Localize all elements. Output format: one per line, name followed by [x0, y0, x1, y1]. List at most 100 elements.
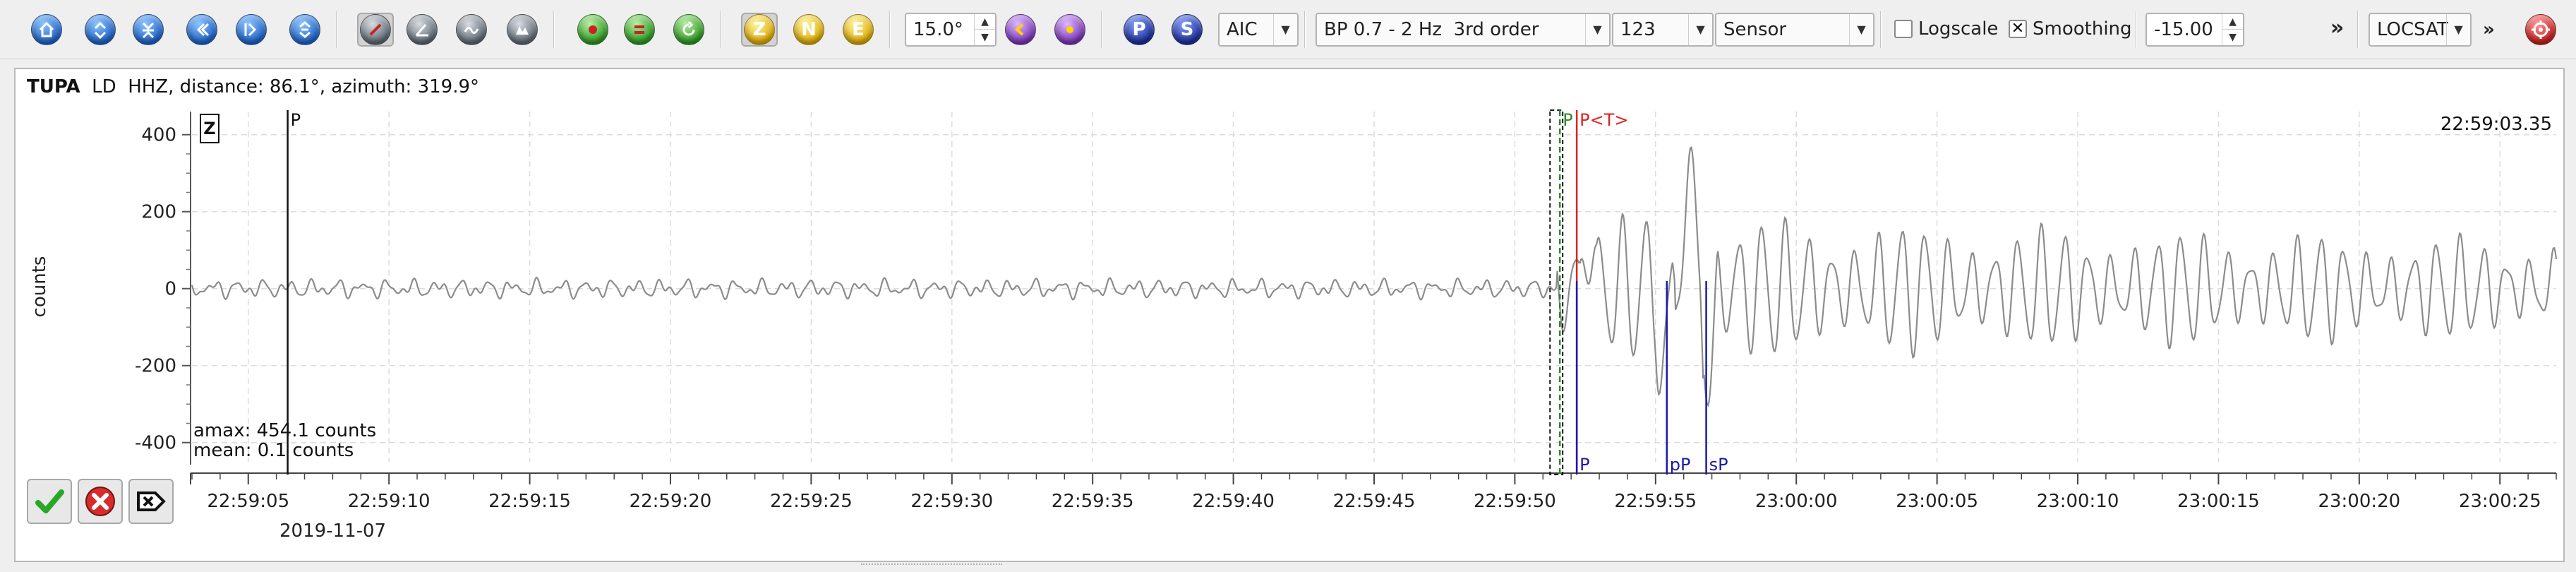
picker-window: Z N E 15.0° ▲ ▼ P S AIC ▼ BP 0.7 - 2 Hz … — [0, 0, 2576, 572]
smoothing-spinbox[interactable]: -15.00 ▲ ▼ — [2145, 13, 2244, 47]
theoretical-pick-label: sP — [1709, 455, 1728, 475]
filter-value: BP 0.7 - 2 Hz 3rd order — [1324, 19, 1539, 40]
resize-grip[interactable] — [861, 564, 1002, 568]
selection-marker-box — [1549, 109, 1564, 475]
component-label: Z — [203, 119, 215, 138]
rotation-value: 15.0° — [913, 19, 963, 40]
export-button[interactable] — [128, 479, 174, 524]
mean-label: mean: 0.1 counts — [193, 440, 354, 461]
logscale-checkbox[interactable] — [1894, 20, 1913, 38]
unit-mode-value: Sensor — [1723, 19, 1787, 40]
component-z-button[interactable]: Z — [741, 13, 778, 47]
reset-green-icon[interactable] — [621, 13, 658, 47]
smoothing-value: -15.00 — [2154, 19, 2213, 40]
chevron-down-icon: ▼ — [1585, 14, 1609, 45]
trace-panel: 400 200 0 -200 -400 counts 22:59:05 22:59:10 22:… — [14, 68, 2565, 562]
amax-label: amax: 454.1 counts — [193, 420, 376, 441]
trace-info: LD HHZ, distance: 86.1°, azimuth: 319.9° — [92, 76, 480, 97]
p-pick-label: P — [1124, 14, 1155, 45]
x-tick-label: 23:00:05 — [1896, 491, 1978, 512]
trace-plot[interactable]: 400 200 0 -200 -400 counts 22:59:05 22:59:10 22:… — [16, 69, 2563, 561]
x-tick-label: 22:59:55 — [1614, 491, 1697, 512]
record-icon[interactable] — [453, 13, 490, 47]
set-s-pick-button[interactable]: S — [1169, 13, 1205, 47]
locator-select[interactable]: LOCSAT ▼ — [2369, 13, 2472, 47]
pick-label: P<T> — [1579, 110, 1628, 130]
smoothing-checkbox[interactable]: ✕ — [2009, 20, 2027, 38]
filter-select[interactable]: BP 0.7 - 2 Hz 3rd order ▼ — [1316, 13, 1611, 47]
x-tick-label: 22:59:35 — [1052, 491, 1134, 512]
toolbar-overflow-chevron[interactable]: » — [2330, 14, 2344, 42]
accept-button[interactable] — [27, 479, 72, 524]
unit-mode-select[interactable]: Sensor ▼ — [1715, 13, 1874, 47]
chevron-down-icon: ▼ — [1273, 14, 1297, 45]
x-tick-label: 22:59:45 — [1333, 491, 1416, 512]
reject-button[interactable] — [78, 479, 123, 524]
y-tick-label: -400 — [135, 433, 176, 454]
x-tick-label: 22:59:20 — [630, 491, 712, 512]
refresh-green-icon[interactable] — [670, 13, 707, 47]
fit-icon[interactable] — [287, 13, 323, 47]
set-p-pick-button[interactable]: P — [1121, 13, 1157, 47]
date-label: 2019-11-07 — [279, 520, 386, 542]
rotate-options-icon[interactable] — [1052, 13, 1088, 47]
y-axis-label: counts — [29, 256, 50, 318]
rotate-icon[interactable] — [1002, 13, 1039, 47]
picker-method-select[interactable]: AIC ▼ — [1218, 13, 1299, 47]
x-tick-label: 22:59:50 — [1474, 491, 1556, 512]
spectrum-icon[interactable] — [504, 13, 541, 47]
locator-value: LOCSAT — [2377, 19, 2448, 40]
component-n-label: N — [793, 14, 824, 45]
pick-label: P — [291, 110, 301, 130]
component-z-label: Z — [744, 14, 775, 45]
relocate-target-icon[interactable] — [2522, 13, 2559, 47]
component-e-label: E — [843, 14, 874, 45]
s-pick-label: S — [1172, 14, 1203, 45]
y-tick-label: 200 — [141, 202, 176, 223]
angle-icon[interactable] — [404, 13, 440, 47]
rotation-spinbox[interactable]: 15.0° ▲ ▼ — [905, 13, 997, 47]
align-green-icon[interactable] — [574, 13, 611, 47]
reject-icon — [85, 487, 115, 516]
x-tick-label: 22:59:15 — [488, 491, 571, 512]
spin-down-icon[interactable]: ▼ — [975, 30, 995, 45]
accept-icon — [35, 489, 64, 513]
x-tick-label: 23:00:00 — [1755, 491, 1838, 512]
x-tick-label: 22:59:05 — [207, 491, 289, 512]
filter-pick-icon[interactable] — [357, 13, 394, 47]
spin-down-icon[interactable]: ▼ — [2222, 30, 2243, 45]
y-tick-label: 400 — [141, 125, 176, 146]
chevron-down-icon: ▼ — [1849, 14, 1873, 45]
spin-up-icon[interactable]: ▲ — [975, 14, 995, 30]
y-tick-label: 0 — [164, 279, 176, 300]
filter-code-select[interactable]: 123 ▼ — [1612, 13, 1714, 47]
export-icon — [137, 491, 166, 511]
x-tick-label: 23:00:25 — [2459, 491, 2541, 512]
x-tick-label: 23:00:15 — [2177, 491, 2260, 512]
y-tick-label: -200 — [135, 356, 176, 377]
home-icon[interactable] — [28, 13, 65, 47]
locator-overflow-chevron[interactable]: » — [2483, 16, 2495, 44]
zoom-in-vertical-icon[interactable] — [82, 13, 119, 47]
component-e-button[interactable]: E — [840, 13, 877, 47]
x-tick-label: 22:59:40 — [1192, 491, 1275, 512]
x-tick-label: 22:59:30 — [910, 491, 993, 512]
chevron-down-icon: ▼ — [1688, 14, 1712, 45]
x-tick-label: 22:59:25 — [770, 491, 853, 512]
filter-code-value: 123 — [1620, 19, 1656, 40]
scroll-left-icon[interactable] — [183, 13, 220, 47]
spin-up-icon[interactable]: ▲ — [2222, 14, 2243, 30]
logscale-label: Logscale — [1918, 18, 1999, 40]
scroll-right-icon[interactable] — [233, 13, 270, 47]
x-tick-label: 23:00:10 — [2037, 491, 2119, 512]
trace-title: TUPA LD HHZ, distance: 86.1°, azimuth: 3… — [27, 76, 479, 97]
chevron-down-icon: ▼ — [2446, 14, 2470, 45]
pick-label: P — [1563, 110, 1572, 130]
toolbar: Z N E 15.0° ▲ ▼ P S AIC ▼ BP 0.7 - 2 Hz … — [0, 0, 2576, 59]
theoretical-pick-label: pP — [1670, 455, 1691, 475]
station-code: TUPA — [27, 76, 80, 97]
component-n-button[interactable]: N — [790, 13, 827, 47]
x-tick-label: 22:59:10 — [348, 491, 431, 512]
picker-method-value: AIC — [1227, 19, 1258, 40]
zoom-out-vertical-icon[interactable] — [130, 13, 167, 47]
